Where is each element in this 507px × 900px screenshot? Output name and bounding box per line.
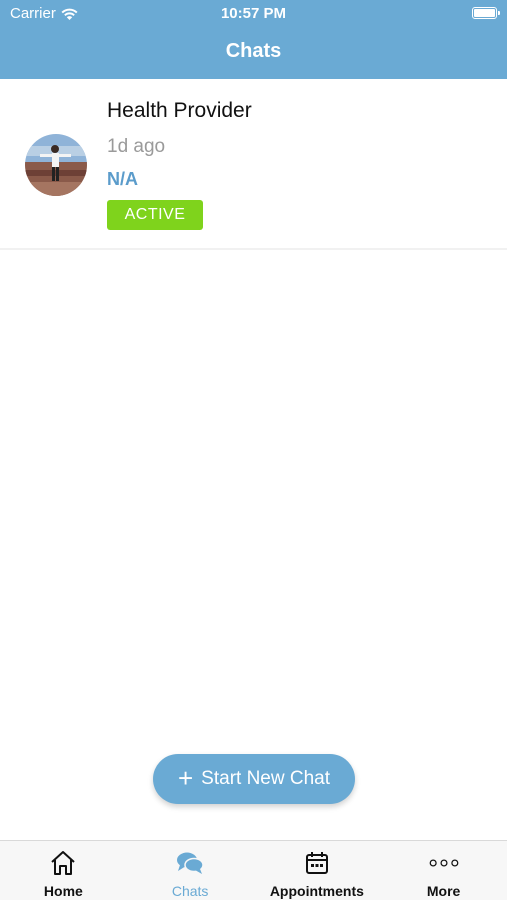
chat-list-item[interactable]: Health Provider 1d ago N/A ACTIVE (0, 79, 507, 250)
tab-label-appointments: Appointments (269, 883, 364, 899)
tab-label-more: More (426, 883, 461, 899)
start-new-chat-button[interactable]: + Start New Chat (153, 754, 355, 804)
clock: 10:57 PM (220, 5, 287, 22)
battery-icon (472, 7, 500, 19)
tab-chats[interactable]: Chats (127, 841, 254, 900)
tab-label-chats: Chats (171, 883, 209, 899)
home-icon (48, 850, 78, 876)
chat-bubbles-icon (175, 850, 205, 876)
chat-name: Health Provider (107, 99, 252, 122)
tab-label-home: Home (43, 883, 83, 899)
start-new-chat-label: Start New Chat (201, 768, 330, 789)
status-badge: ACTIVE (107, 200, 203, 230)
status-bar: Carrier 10:57 PM (0, 0, 507, 28)
page-title: Chats (225, 40, 282, 62)
tab-appointments[interactable]: Appointments (254, 841, 381, 900)
avatar (25, 134, 87, 196)
header: Carrier 10:57 PM Chats (0, 0, 507, 79)
chat-subtitle: N/A (107, 169, 138, 189)
calendar-icon (302, 850, 332, 876)
plus-icon: + (177, 762, 194, 793)
tab-home[interactable]: Home (0, 841, 127, 900)
more-dots-icon (429, 850, 459, 876)
tab-more[interactable]: More (380, 841, 507, 900)
tab-bar: Home Chats Appointments More (0, 840, 507, 900)
chat-timestamp: 1d ago (107, 136, 166, 157)
